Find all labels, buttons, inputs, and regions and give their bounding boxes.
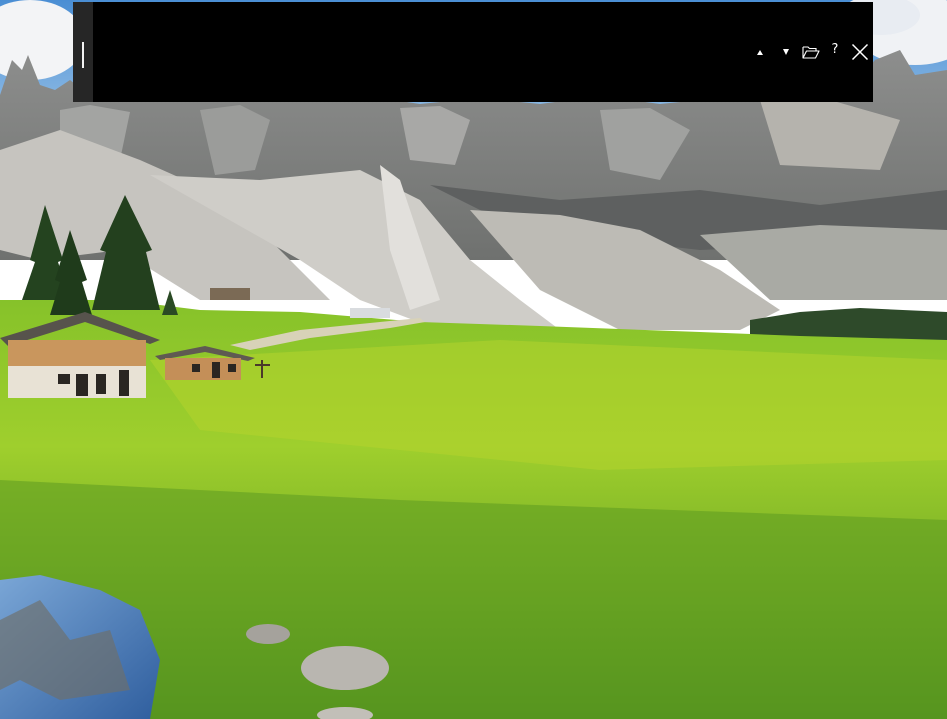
question-mark-icon: ? xyxy=(831,41,839,57)
next-result-button[interactable] xyxy=(779,38,793,66)
previous-result-button[interactable] xyxy=(753,38,767,66)
small-cabin-window xyxy=(228,364,236,372)
hut xyxy=(210,288,250,300)
search-bar: ? xyxy=(73,2,873,102)
rock xyxy=(246,624,290,644)
open-folder-button[interactable] xyxy=(800,38,822,66)
close-x-icon xyxy=(851,43,869,61)
rock xyxy=(301,646,389,690)
desktop: ? xyxy=(0,0,947,719)
small-cabin-window xyxy=(192,364,200,372)
cabin-window xyxy=(58,374,70,384)
help-button[interactable]: ? xyxy=(828,38,842,66)
cabin-window xyxy=(96,374,106,394)
small-cabin-door xyxy=(212,362,220,378)
triangle-down-icon xyxy=(783,49,789,55)
triangle-up-icon xyxy=(757,49,763,55)
cabin-door xyxy=(76,374,88,396)
search-input[interactable] xyxy=(93,2,753,102)
tree xyxy=(162,290,178,315)
folder-open-icon xyxy=(802,46,820,59)
cabin-wall xyxy=(8,340,146,366)
vehicle xyxy=(350,308,390,318)
cabin-door xyxy=(119,370,129,396)
text-caret xyxy=(82,42,84,68)
landscape-wallpaper xyxy=(0,0,947,719)
close-button[interactable] xyxy=(849,38,871,66)
